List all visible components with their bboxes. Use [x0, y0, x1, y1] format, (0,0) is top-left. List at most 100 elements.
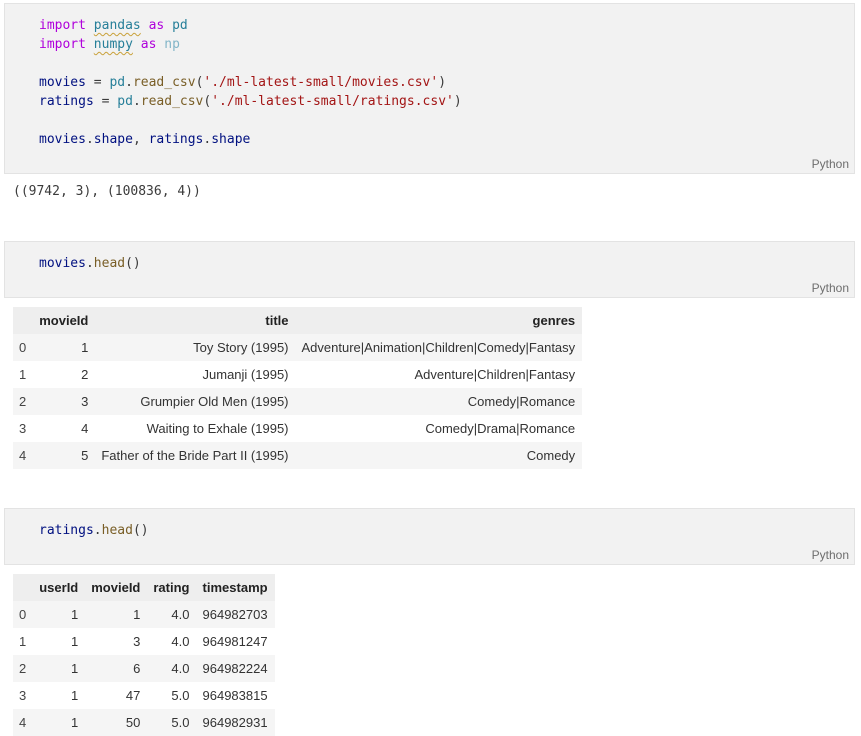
table-cell: Grumpier Old Men (1995) — [140, 394, 289, 409]
table-cell: Father of the Bride Part II (1995) — [101, 448, 289, 463]
table-row: 0 1 1 4.0 964982703 — [13, 601, 275, 628]
table-cell: Comedy — [526, 448, 576, 463]
code-token: ) — [438, 75, 447, 90]
code-token: = — [93, 94, 118, 109]
code-token: = — [85, 75, 110, 90]
language-label[interactable]: Python — [812, 157, 849, 171]
table-cell: 1 — [71, 661, 79, 676]
code-line[interactable]: import pandas as pd — [39, 16, 462, 35]
code-line[interactable]: movies.head() — [39, 254, 141, 273]
code-token: ratings — [39, 523, 94, 538]
code-token: ratings — [148, 132, 204, 147]
row-index: 2 — [19, 661, 27, 676]
table-cell: Adventure|Children|Fantasy — [414, 367, 576, 382]
table-cell: 964981247 — [202, 634, 268, 649]
table-row: 1 2 Jumanji (1995) Adventure|Children|Fanta… — [13, 361, 583, 388]
code-token: as — [140, 37, 157, 52]
code-token: ) — [453, 94, 462, 109]
code-token: . — [132, 94, 141, 109]
code-token: . — [93, 523, 102, 538]
table-cell: Comedy|Drama|Romance — [425, 421, 576, 436]
row-index: 2 — [19, 394, 27, 409]
cell-output-text: ((9742, 3), (100836, 4)) — [13, 184, 201, 199]
code-token: movies — [39, 75, 86, 90]
row-index: 1 — [19, 367, 27, 382]
table-cell: Adventure|Animation|Children|Comedy|Fant… — [301, 340, 576, 355]
code-token: , — [132, 132, 149, 147]
code-token: pandas — [93, 18, 141, 33]
code-token: . — [125, 75, 133, 90]
table-cell: Comedy|Romance — [467, 394, 576, 409]
code-token: () — [125, 256, 141, 271]
table-cell: 964982224 — [202, 661, 268, 676]
code-token: movies — [39, 132, 86, 147]
table-cell: 964982703 — [202, 607, 268, 622]
code-token: './ml-latest-small/movies.csv' — [203, 75, 439, 90]
row-index: 1 — [19, 634, 27, 649]
code-line[interactable] — [39, 111, 462, 130]
code-token: shape — [211, 132, 251, 147]
language-label[interactable]: Python — [812, 281, 849, 295]
code-token: pd — [117, 94, 133, 109]
code-token: head — [93, 256, 126, 271]
table-row: 3 4 Waiting to Exhale (1995) Comedy|Drama|R… — [13, 415, 583, 442]
table-cell: Jumanji (1995) — [202, 367, 289, 382]
code-line[interactable]: movies = pd.read_csv('./ml-latest-small/… — [39, 73, 462, 92]
column-header: movieId — [85, 574, 148, 601]
code-line[interactable]: ratings.head() — [39, 521, 149, 540]
table-cell: 50 — [125, 715, 141, 730]
table-header-row: movieId title genres — [13, 307, 583, 334]
table-row: 3 1 47 5.0 964983815 — [13, 682, 275, 709]
table-cell: 1 — [133, 607, 141, 622]
row-index: 3 — [19, 688, 27, 703]
table-cell: 4.0 — [171, 661, 190, 676]
row-index: 0 — [19, 340, 27, 355]
table-cell: 5 — [81, 448, 89, 463]
code-line[interactable]: movies.shape, ratings.shape — [39, 130, 462, 149]
table-cell: 5.0 — [171, 688, 190, 703]
row-index: 3 — [19, 421, 27, 436]
movies-dataframe-output: movieId title genres 0 1 Toy Story (1995) Adve… — [13, 307, 583, 469]
code-editor-1[interactable]: import pandas as pd import numpy as np mo… — [39, 16, 462, 149]
code-editor-3[interactable]: ratings.head() — [39, 521, 149, 540]
row-index: 4 — [19, 715, 27, 730]
language-label[interactable]: Python — [812, 548, 849, 562]
table-cell: 964983815 — [202, 688, 268, 703]
column-header: userId — [33, 574, 86, 601]
code-cell-3[interactable]: ratings.head() Python — [4, 508, 855, 565]
table-row: 4 5 Father of the Bride Part II (1995) Come… — [13, 442, 583, 469]
table-cell: 1 — [81, 340, 89, 355]
table-cell: 2 — [81, 367, 89, 382]
code-token: read_csv — [132, 75, 196, 90]
code-token: import — [39, 37, 86, 52]
code-line[interactable]: ratings = pd.read_csv('./ml-latest-small… — [39, 92, 462, 111]
column-header: rating — [147, 574, 197, 601]
code-editor-2[interactable]: movies.head() — [39, 254, 141, 273]
table-cell: 4.0 — [171, 607, 190, 622]
code-line[interactable] — [39, 54, 462, 73]
table-cell: 47 — [125, 688, 141, 703]
table-cell: 1 — [71, 715, 79, 730]
code-token: numpy — [93, 37, 133, 52]
table-cell: Toy Story (1995) — [193, 340, 289, 355]
column-header: genres — [295, 307, 583, 334]
code-cell-2[interactable]: movies.head() Python — [4, 241, 855, 298]
table-row: 1 1 3 4.0 964981247 — [13, 628, 275, 655]
column-header — [13, 574, 34, 601]
table-row: 2 3 Grumpier Old Men (1995) Comedy|Romance — [13, 388, 583, 415]
column-header — [13, 307, 34, 334]
table-cell: 1 — [71, 634, 79, 649]
column-header: timestamp — [196, 574, 275, 601]
code-cell-1[interactable]: import pandas as pd import numpy as np mo… — [4, 3, 855, 174]
code-token: pd — [109, 75, 126, 90]
code-token: head — [101, 523, 133, 538]
code-line[interactable]: import numpy as np — [39, 35, 462, 54]
code-token: shape — [93, 132, 133, 147]
table-cell: 4.0 — [171, 634, 190, 649]
code-token: './ml-latest-small/ratings.csv' — [211, 94, 454, 109]
